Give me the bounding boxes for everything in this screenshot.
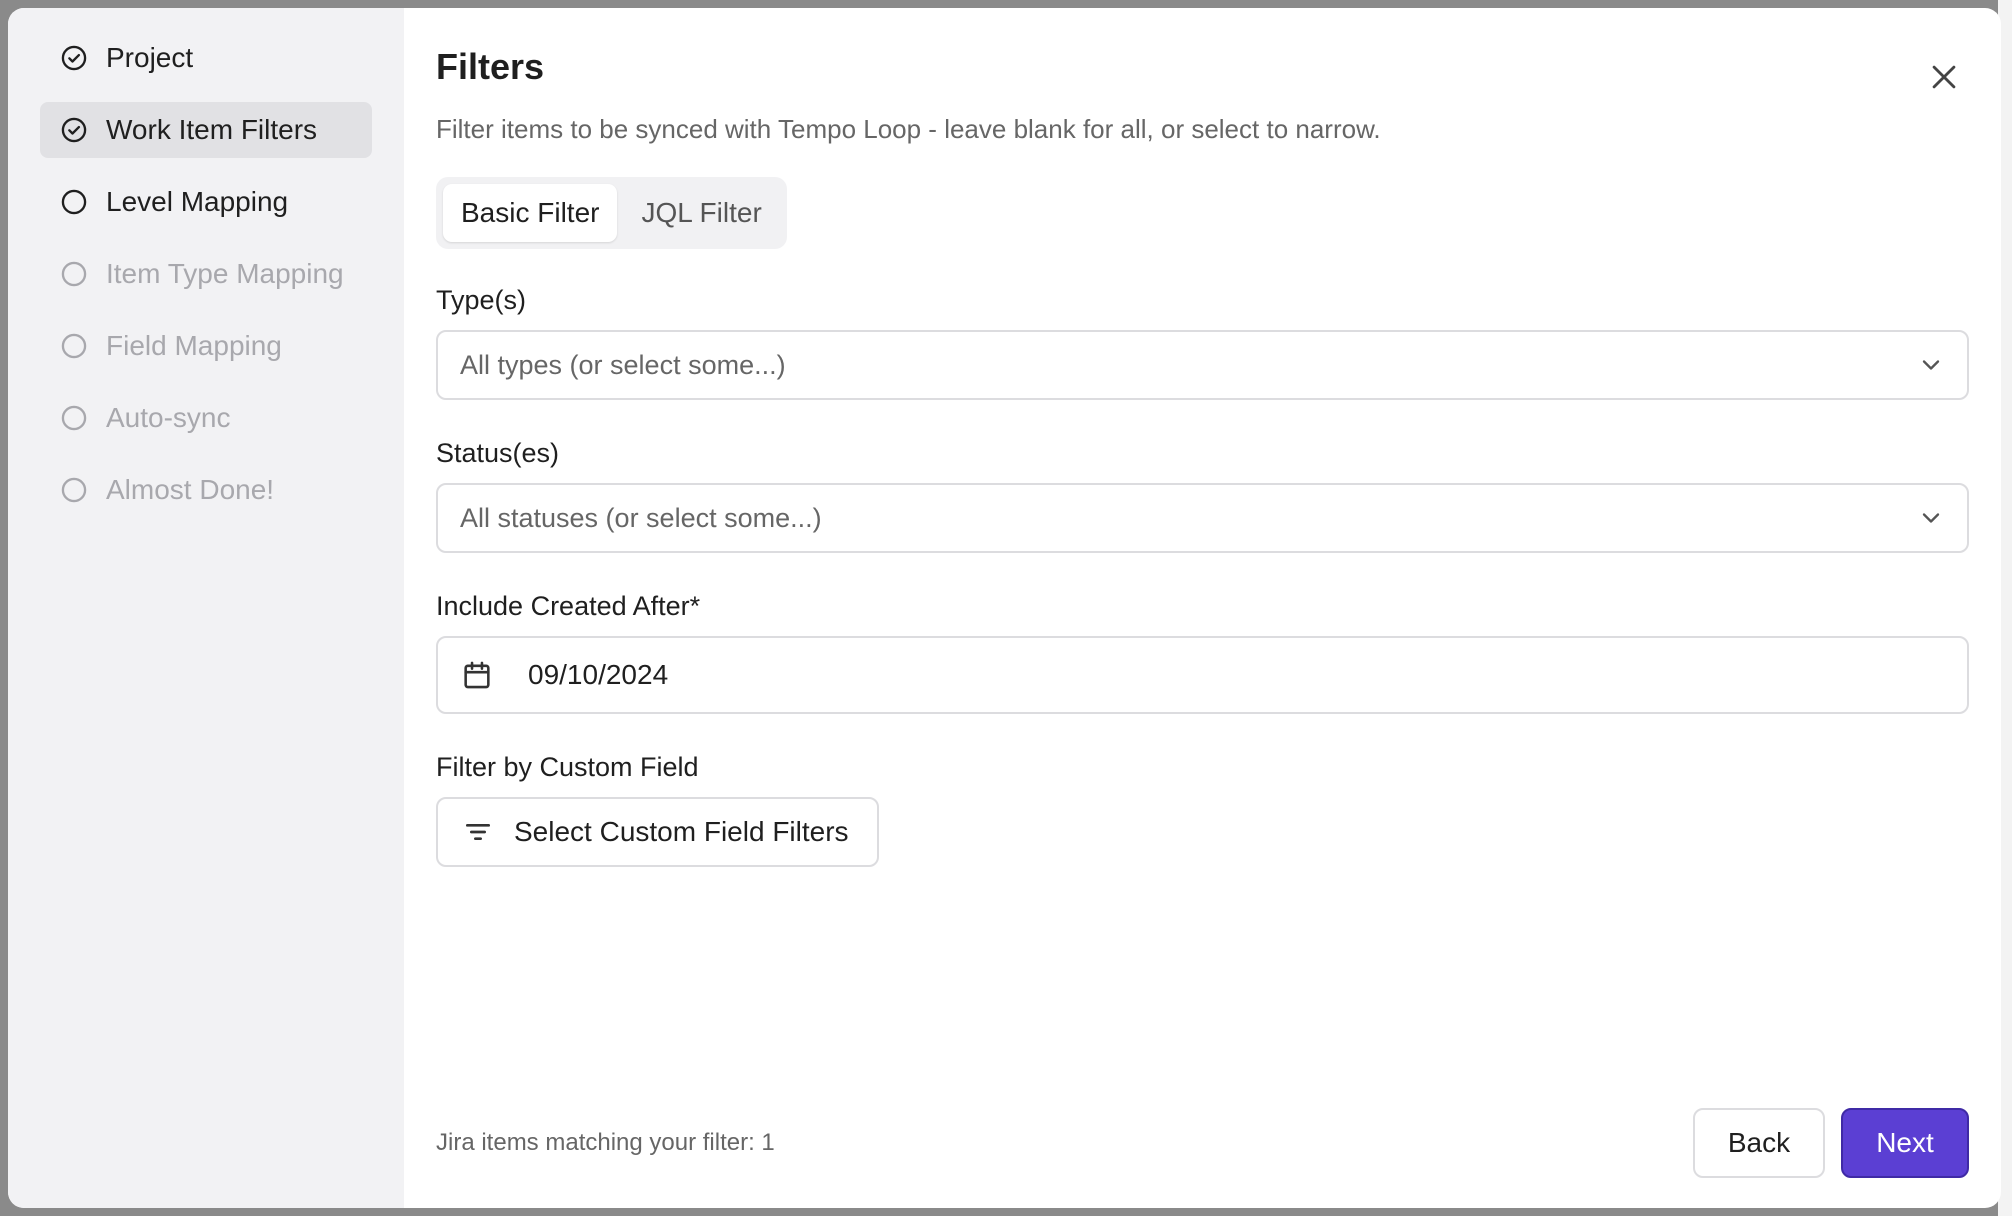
step-work-item-filters[interactable]: Work Item Filters bbox=[40, 102, 372, 158]
filter-mode-tabs: Basic Filter JQL Filter bbox=[436, 177, 787, 249]
close-button[interactable] bbox=[1927, 60, 1961, 94]
step-almost-done: Almost Done! bbox=[40, 462, 372, 518]
check-circle-icon bbox=[60, 44, 88, 72]
step-field-mapping: Field Mapping bbox=[40, 318, 372, 374]
step-level-mapping[interactable]: Level Mapping bbox=[40, 174, 372, 230]
filters-modal: Project Work Item Filters Level Mapping … bbox=[8, 8, 2001, 1208]
types-label: Type(s) bbox=[436, 285, 527, 315]
statuses-select[interactable]: All statuses (or select some...) bbox=[436, 483, 1969, 553]
step-label: Field Mapping bbox=[106, 330, 282, 361]
page-title: Filters bbox=[436, 46, 545, 87]
circle-icon bbox=[60, 332, 88, 360]
statuses-placeholder: All statuses (or select some...) bbox=[460, 502, 822, 533]
statuses-label: Status(es) bbox=[436, 438, 560, 468]
page-subtitle: Filter items to be synced with Tempo Loo… bbox=[436, 114, 1381, 144]
chevron-down-icon bbox=[1922, 513, 1940, 523]
calendar-icon bbox=[460, 658, 494, 692]
check-circle-icon bbox=[60, 116, 88, 144]
created-after-label: Include Created After* bbox=[436, 591, 701, 621]
step-label: Level Mapping bbox=[106, 186, 289, 217]
created-after-value: 09/10/2024 bbox=[528, 659, 669, 690]
tab-jql-filter[interactable]: JQL Filter bbox=[623, 184, 779, 242]
step-label: Almost Done! bbox=[106, 474, 275, 505]
types-placeholder: All types (or select some...) bbox=[460, 349, 786, 380]
close-icon bbox=[1932, 65, 1956, 89]
step-auto-sync: Auto-sync bbox=[40, 390, 372, 446]
match-count-text: Jira items matching your filter: 1 bbox=[436, 1129, 775, 1156]
chevron-down-icon bbox=[1922, 360, 1940, 370]
step-project[interactable]: Project bbox=[40, 30, 372, 86]
step-label: Auto-sync bbox=[106, 402, 231, 433]
filter-lines-icon bbox=[462, 816, 494, 848]
types-select[interactable]: All types (or select some...) bbox=[436, 330, 1969, 400]
circle-icon bbox=[60, 188, 88, 216]
custom-field-button-label: Select Custom Field Filters bbox=[514, 816, 849, 847]
step-label: Work Item Filters bbox=[106, 114, 318, 145]
circle-icon bbox=[60, 476, 88, 504]
step-label: Project bbox=[106, 42, 194, 73]
select-custom-field-filters-button[interactable]: Select Custom Field Filters bbox=[436, 797, 879, 867]
created-after-date-input[interactable]: 09/10/2024 bbox=[436, 636, 1969, 714]
step-label: Item Type Mapping bbox=[106, 258, 344, 289]
step-item-type-mapping: Item Type Mapping bbox=[40, 246, 372, 302]
modal-footer: Jira items matching your filter: 1 Back … bbox=[436, 1108, 1969, 1178]
wizard-sidebar: Project Work Item Filters Level Mapping … bbox=[8, 8, 404, 1208]
footer-buttons: Back Next bbox=[1693, 1108, 1969, 1178]
circle-icon bbox=[60, 260, 88, 288]
circle-icon bbox=[60, 404, 88, 432]
next-button[interactable]: Next bbox=[1841, 1108, 1969, 1178]
back-button[interactable]: Back bbox=[1693, 1108, 1825, 1178]
tab-basic-filter[interactable]: Basic Filter bbox=[443, 184, 618, 242]
filters-panel: Filters Filter items to be synced with T… bbox=[404, 8, 2001, 1208]
custom-field-label: Filter by Custom Field bbox=[436, 752, 699, 782]
